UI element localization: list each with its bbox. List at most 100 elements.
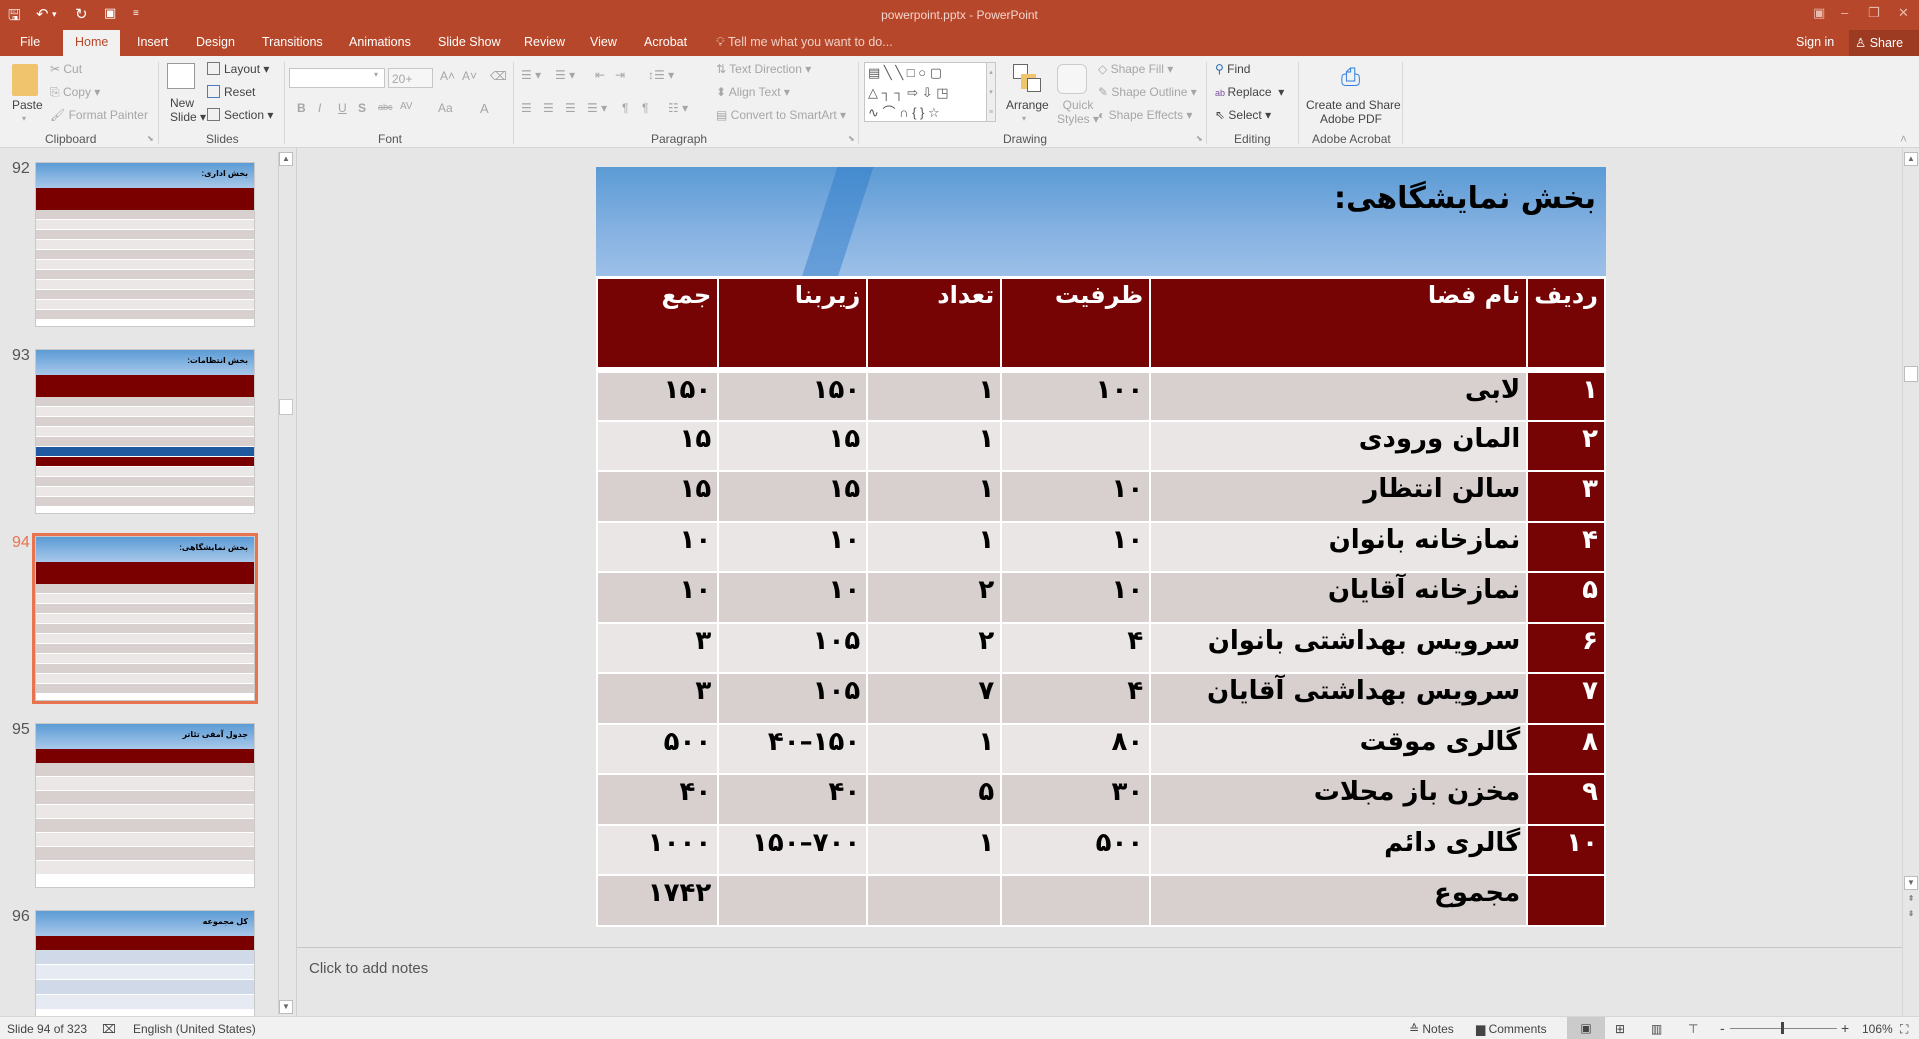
decrease-indent-icon[interactable]: ⇤ — [595, 68, 605, 82]
shapes-gallery[interactable]: ▤ ╲ ╲ □ ○ ▢ △ ┐ ┐ ⇨ ⇩ ◳ ∿ ⌒ ∩ { } ☆ — [864, 62, 994, 122]
cell-space-name[interactable]: سرویس بهداشتی آقایان — [1149, 672, 1529, 725]
cell-space-name[interactable]: نمازخانه بانوان — [1149, 520, 1529, 573]
cell-row-number[interactable]: ۳ — [1526, 470, 1606, 523]
zoom-level[interactable]: 106% — [1862, 1022, 1893, 1036]
cell-count[interactable] — [866, 874, 1003, 927]
select-button[interactable]: ⇖ Select ▾ — [1215, 108, 1271, 122]
font-color-button[interactable]: A — [480, 101, 489, 116]
scroll-down-icon[interactable]: ▼ — [1904, 876, 1918, 890]
scroll-thumb[interactable] — [1904, 366, 1918, 382]
previous-slide-icon[interactable]: ⇞ — [1904, 893, 1918, 907]
cell-count[interactable]: ۱ — [866, 419, 1003, 472]
cell-area[interactable]: ۴۰ — [717, 773, 869, 826]
scroll-up-icon[interactable]: ▲ — [1904, 152, 1918, 166]
cell-count[interactable]: ۵ — [866, 773, 1003, 826]
cell-area[interactable]: ۱۵ — [717, 470, 869, 523]
tab-insert[interactable]: Insert — [137, 35, 168, 49]
cell-total[interactable]: ۱۵۰ — [595, 367, 720, 422]
slide-thumbnail-92[interactable]: بخش اداری: — [35, 162, 255, 327]
scroll-thumb[interactable] — [279, 399, 293, 415]
cell-row-number[interactable]: ۹ — [1526, 773, 1606, 826]
cell-capacity[interactable]: ۴ — [1000, 621, 1152, 674]
cell-count[interactable]: ۱ — [866, 722, 1003, 775]
comments-toggle[interactable]: ▆ Comments — [1476, 1022, 1547, 1036]
shapes-gallery-scroll[interactable]: ▴ ▾ ≡ — [986, 62, 996, 122]
cell-space-name[interactable]: گالری دائم — [1149, 823, 1529, 876]
arrange-button[interactable]: Arrange — [1006, 98, 1049, 112]
slide-thumbnail-94[interactable]: بخش نمایشگاهی: — [32, 533, 258, 704]
cell-space-name[interactable]: گالری موقت — [1149, 722, 1529, 775]
tab-slide-show[interactable]: Slide Show — [438, 35, 501, 49]
restore-icon[interactable]: ❐ — [1868, 5, 1880, 21]
cell-total[interactable]: ۱۵ — [595, 419, 720, 472]
convert-smartart-button[interactable]: ▤ Convert to SmartArt ▾ — [716, 108, 846, 122]
paste-button[interactable]: Paste — [12, 98, 43, 112]
tell-me-box[interactable]: 💡︎ Tell me what you want to do... — [716, 35, 893, 50]
zoom-in-icon[interactable]: + — [1841, 1020, 1849, 1036]
cell-count[interactable]: ۱ — [866, 520, 1003, 573]
cell-space-name[interactable]: المان ورودی — [1149, 419, 1529, 472]
cell-row-number[interactable]: ۵ — [1526, 571, 1606, 624]
cell-count[interactable]: ۲ — [866, 571, 1003, 624]
cell-space-name[interactable]: نمازخانه آقایان — [1149, 571, 1529, 624]
cell-row-number[interactable]: ۱ — [1526, 367, 1606, 422]
cell-total[interactable]: ۳ — [595, 621, 720, 674]
layout-button[interactable]: Layout ▾ — [207, 62, 269, 76]
cell-area[interactable]: ۱۰۵ — [717, 621, 869, 674]
tab-acrobat[interactable]: Acrobat — [644, 35, 687, 49]
cell-space-name[interactable]: سرویس بهداشتی بانوان — [1149, 621, 1529, 674]
zoom-out-icon[interactable]: - — [1720, 1020, 1725, 1036]
cell-total[interactable]: ۱۰۰۰ — [595, 823, 720, 876]
ribbon-display-icon[interactable]: ▣ — [1813, 5, 1825, 21]
strikethrough-button[interactable]: abc — [378, 102, 393, 112]
columns-icon[interactable]: ☷ ▾ — [668, 101, 688, 115]
slide-thumbnail-95[interactable]: جدول آمفی تئاتر — [35, 723, 255, 888]
cell-area[interactable] — [717, 874, 869, 927]
font-name-input[interactable] — [289, 68, 385, 88]
shape-effects-button[interactable]: ◐ Shape Effects ▾ — [1098, 108, 1192, 122]
tab-file[interactable]: File — [20, 35, 40, 49]
find-button[interactable]: ⚲ Find — [1215, 62, 1250, 76]
cell-total[interactable]: ۴۰ — [595, 773, 720, 826]
normal-view-icon[interactable]: ▣ — [1567, 1017, 1605, 1039]
sign-in-link[interactable]: Sign in — [1796, 35, 1834, 49]
cell-area[interactable]: ۱۵۰ — [717, 367, 869, 422]
cell-capacity[interactable]: ۵۰۰ — [1000, 823, 1152, 876]
new-slide-button[interactable]: New Slide ▾ — [170, 96, 206, 124]
cell-total[interactable]: ۱۰ — [595, 520, 720, 573]
cell-space-name[interactable]: مخزن باز مجلات — [1149, 773, 1529, 826]
slide-sorter-icon[interactable]: ⊞ — [1615, 1022, 1625, 1036]
drawing-launcher-icon[interactable]: ⬊ — [1196, 134, 1203, 143]
cell-area[interactable]: ۱۰۵ — [717, 672, 869, 725]
collapse-ribbon-icon[interactable]: ˄ — [1900, 132, 1907, 146]
notes-placeholder[interactable]: Click to add notes — [309, 960, 428, 977]
arrange-dropdown-icon[interactable]: ▾ — [1022, 114, 1026, 123]
data-table[interactable]: ردیف نام فضا ظرفیت تعداد زیربنا جمع ۱ لاب… — [595, 277, 1606, 927]
spell-check-icon[interactable]: ⌧ — [102, 1022, 116, 1036]
header-capacity[interactable]: ظرفیت — [1000, 277, 1152, 371]
cell-area[interactable]: ۷۰۰–۱۵۰ — [717, 823, 869, 876]
copy-button[interactable]: ⎘ Copy ▾ — [50, 85, 100, 100]
cell-capacity[interactable] — [1000, 419, 1152, 472]
close-icon[interactable]: ✕ — [1898, 5, 1909, 21]
clipboard-launcher-icon[interactable]: ⬊ — [147, 134, 154, 143]
cell-capacity[interactable]: ۸۰ — [1000, 722, 1152, 775]
cell-row-number[interactable]: ۲ — [1526, 419, 1606, 472]
cut-button[interactable]: ✂ Cut — [50, 62, 82, 76]
font-name-dropdown-icon[interactable]: ▾ — [374, 70, 378, 79]
cell-capacity[interactable]: ۱۰۰ — [1000, 367, 1152, 422]
ltr-icon[interactable]: ¶ — [622, 101, 628, 115]
shadow-button[interactable]: S — [358, 101, 366, 115]
increase-indent-icon[interactable]: ⇥ — [615, 68, 625, 82]
tab-view[interactable]: View — [590, 35, 617, 49]
cell-row-number[interactable] — [1526, 874, 1606, 927]
cell-count[interactable]: ۱ — [866, 367, 1003, 422]
cell-space-name[interactable]: سالن انتظار — [1149, 470, 1529, 523]
align-right-icon[interactable]: ☰ — [565, 101, 576, 115]
header-row-number[interactable]: ردیف — [1526, 277, 1606, 371]
tab-review[interactable]: Review — [524, 35, 565, 49]
header-total[interactable]: جمع — [595, 277, 720, 371]
notes-pane[interactable]: Click to add notes — [297, 947, 1902, 1016]
cell-total[interactable]: ۵۰۰ — [595, 722, 720, 775]
font-size-input[interactable]: 20+ — [388, 68, 433, 88]
